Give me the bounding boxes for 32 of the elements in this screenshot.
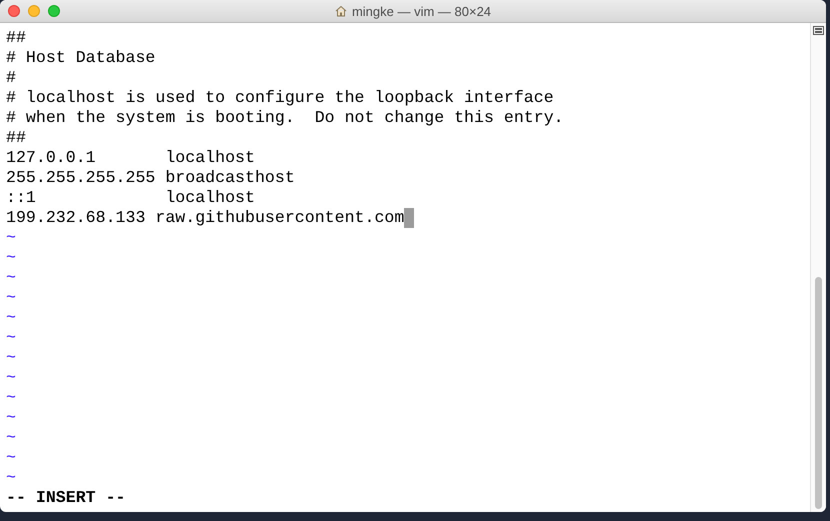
empty-line-marker: ~ [6, 448, 16, 468]
empty-line-marker: ~ [6, 368, 16, 388]
code-line: # [6, 68, 16, 88]
scroll-thumb[interactable] [815, 277, 822, 509]
empty-line-marker: ~ [6, 428, 16, 448]
empty-line-marker: ~ [6, 328, 16, 348]
empty-line-marker: ~ [6, 468, 16, 488]
empty-line-marker: ~ [6, 408, 16, 428]
split-pane-icon[interactable] [813, 26, 824, 35]
house-icon [334, 5, 347, 17]
empty-line-marker: ~ [6, 248, 16, 268]
empty-line-marker: ~ [6, 228, 16, 248]
code-line: ## [6, 28, 26, 48]
empty-line-marker: ~ [6, 388, 16, 408]
scrollbar[interactable] [810, 23, 826, 512]
code-line: # when the system is booting. Do not change this entry. [6, 108, 564, 128]
code-line: # Host Database [6, 48, 156, 68]
empty-line-marker: ~ [6, 348, 16, 368]
empty-line-marker: ~ [6, 268, 16, 288]
code-line: 127.0.0.1 localhost [6, 148, 255, 168]
code-line: ::1 localhost [6, 188, 255, 208]
close-button[interactable] [8, 5, 20, 17]
code-line: 199.232.68.133 raw.githubusercontent.com [6, 208, 404, 228]
window-title: mingke — vim — 80×24 [352, 4, 492, 18]
code-line: 255.255.255.255 broadcasthost [6, 168, 295, 188]
code-line: ## [6, 128, 26, 148]
empty-line-marker: ~ [6, 288, 16, 308]
empty-line-marker: ~ [6, 308, 16, 328]
code-line: # localhost is used to configure the loopback interface [6, 88, 554, 108]
maximize-button[interactable] [48, 5, 60, 17]
minimize-button[interactable] [28, 5, 40, 17]
mode-indicator: -- INSERT -- [6, 488, 126, 508]
